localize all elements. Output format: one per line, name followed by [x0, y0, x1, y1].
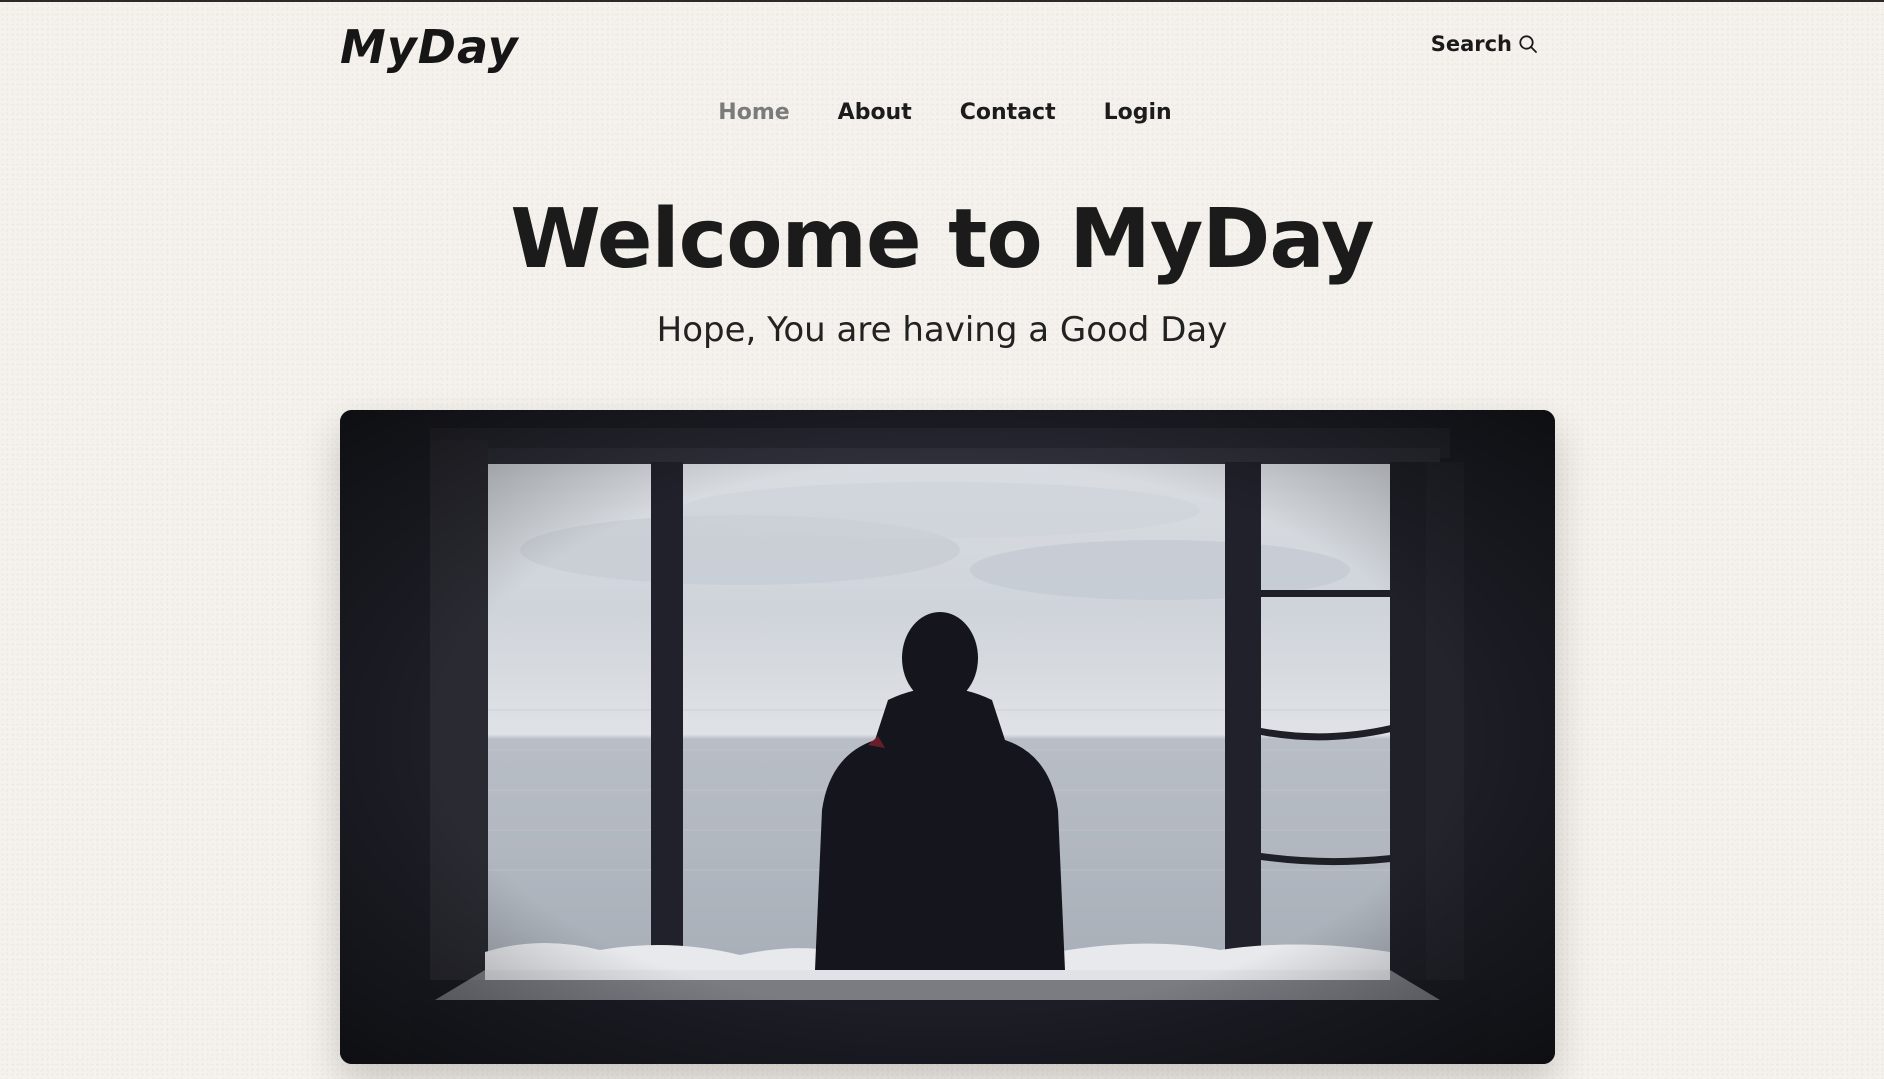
hero-subtitle: Hope, You are having a Good Day — [656, 310, 1228, 350]
main-nav: Home About Contact Login — [0, 100, 1884, 125]
search-button[interactable]: Search — [1431, 32, 1538, 56]
nav-item-home[interactable]: Home — [718, 100, 789, 125]
nav-item-about[interactable]: About — [838, 100, 912, 125]
hero-image — [340, 410, 1555, 1064]
search-label: Search — [1430, 32, 1512, 56]
site-logo[interactable]: MyDay — [340, 20, 519, 74]
hero-photo — [340, 410, 1555, 1064]
search-icon — [1518, 34, 1538, 54]
nav-item-contact[interactable]: Contact — [960, 100, 1056, 125]
nav-item-login[interactable]: Login — [1104, 100, 1172, 125]
hero-title: Welcome to MyDay — [510, 192, 1374, 287]
